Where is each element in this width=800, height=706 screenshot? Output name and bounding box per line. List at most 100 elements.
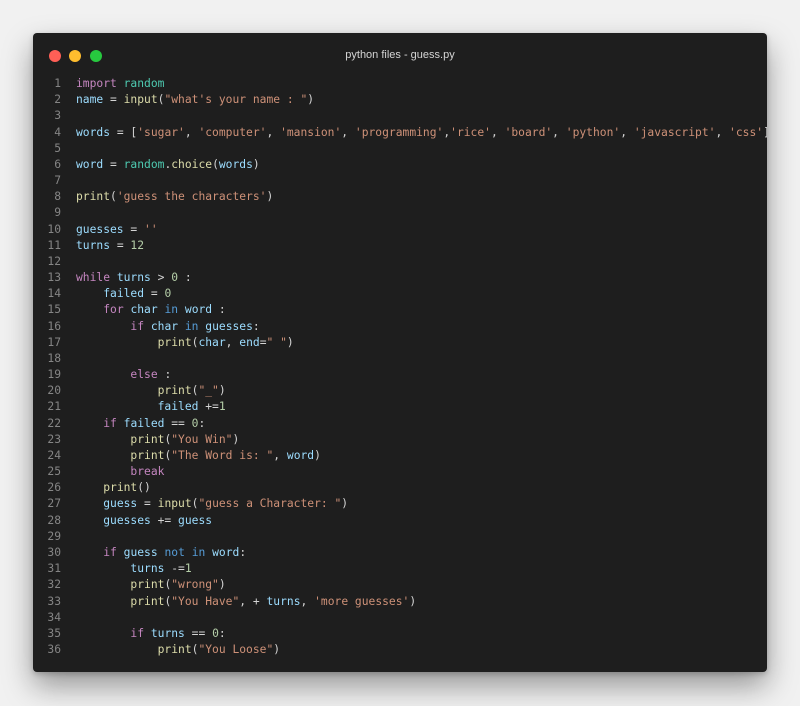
code-token: 'more guesses' <box>314 594 410 608</box>
line-code: else : <box>76 367 171 383</box>
code-line: 23 print("You Win") <box>33 432 767 448</box>
code-token: print <box>157 384 192 398</box>
code-line: 29 <box>33 529 767 545</box>
line-number: 23 <box>47 432 61 446</box>
code-token: 12 <box>130 238 145 252</box>
line-number: 25 <box>47 465 61 479</box>
code-token: "what's your name : " <box>164 93 308 107</box>
code-token: input <box>123 93 158 107</box>
code-token: word <box>212 545 240 559</box>
code-token: '' <box>144 222 158 236</box>
code-token: if <box>103 416 117 430</box>
code-token: print <box>157 643 192 657</box>
code-token: = <box>110 238 131 252</box>
line-number: 13 <box>47 271 61 285</box>
line-number: 4 <box>54 125 61 139</box>
code-token: == <box>164 416 192 430</box>
code-token: 0 <box>164 287 172 301</box>
code-token: = <box>103 93 124 107</box>
code-token: failed <box>157 400 199 414</box>
line-code: guesses += guess <box>76 513 212 529</box>
code-line: 26 print() <box>33 480 767 496</box>
code-token: choice <box>171 157 213 171</box>
code-token: word <box>286 448 315 462</box>
code-line: 1 import random <box>33 76 767 92</box>
code-token: = <box>137 497 158 511</box>
code-token: = <box>123 222 145 236</box>
code-token: words <box>218 157 253 171</box>
code-line: 9 <box>33 205 767 221</box>
code-line: 7 <box>33 173 767 189</box>
code-line: 36 print("You Loose") <box>33 642 767 658</box>
code-token: print <box>130 578 165 592</box>
code-token: print <box>157 335 192 349</box>
code-token: in <box>164 303 179 317</box>
code-token: print <box>130 594 165 608</box>
code-token: ) <box>273 643 281 657</box>
code-token: += <box>198 400 219 414</box>
code-token: , <box>266 125 281 139</box>
code-token: 'mansion' <box>280 125 342 139</box>
code-token: ) <box>314 448 321 462</box>
code-token: > <box>150 271 172 285</box>
code-token: in <box>184 319 199 333</box>
code-line: 22 if failed == 0: <box>33 416 767 432</box>
code-line: 30 if guess not in word: <box>33 545 767 561</box>
line-number: 16 <box>47 319 61 333</box>
code-token: words <box>76 125 111 139</box>
line-code: failed = 0 <box>76 286 171 302</box>
code-token: = <box>144 287 165 301</box>
code-line: 10 guesses = '' <box>33 222 767 238</box>
line-number: 21 <box>47 400 61 414</box>
code-token: import <box>76 77 117 90</box>
code-token: 'python' <box>565 125 621 139</box>
line-number: 3 <box>54 109 61 123</box>
code-token: : <box>198 416 206 430</box>
code-line: 14 failed = 0 <box>33 286 767 302</box>
line-number: 1 <box>54 77 61 90</box>
code-token: char <box>198 335 226 349</box>
code-token: name <box>76 93 104 107</box>
code-token: for <box>103 303 124 317</box>
code-line: 5 <box>33 141 767 157</box>
code-line: 12 <box>33 254 767 270</box>
line-number: 32 <box>47 578 61 592</box>
line-code: turns -=1 <box>76 561 191 577</box>
code-token: turns <box>266 594 301 608</box>
code-token: , + <box>239 594 267 608</box>
line-number: 5 <box>54 141 61 155</box>
code-line: 16 if char in guesses: <box>33 319 767 335</box>
code-token: ) <box>232 432 240 446</box>
code-token: 'javascript' <box>633 125 716 139</box>
line-code: if failed == 0: <box>76 416 205 432</box>
line-code: print("_") <box>76 383 226 399</box>
code-token: "_" <box>198 384 219 398</box>
line-number: 12 <box>47 254 61 268</box>
code-token: "You Loose" <box>198 643 274 657</box>
code-token: end <box>239 335 260 349</box>
line-number: 8 <box>54 190 61 204</box>
code-token: if <box>103 545 117 559</box>
code-editor[interactable]: 1 import random 2 name = input("what's your… <box>33 76 767 658</box>
line-code: if turns == 0: <box>76 626 225 642</box>
line-number: 6 <box>54 157 61 171</box>
line-number: 17 <box>47 335 61 349</box>
line-number: 11 <box>47 238 61 252</box>
line-number: 14 <box>47 287 61 301</box>
code-token: , <box>341 125 355 139</box>
line-number: 22 <box>47 416 61 430</box>
line-code: for char in word : <box>76 302 226 318</box>
